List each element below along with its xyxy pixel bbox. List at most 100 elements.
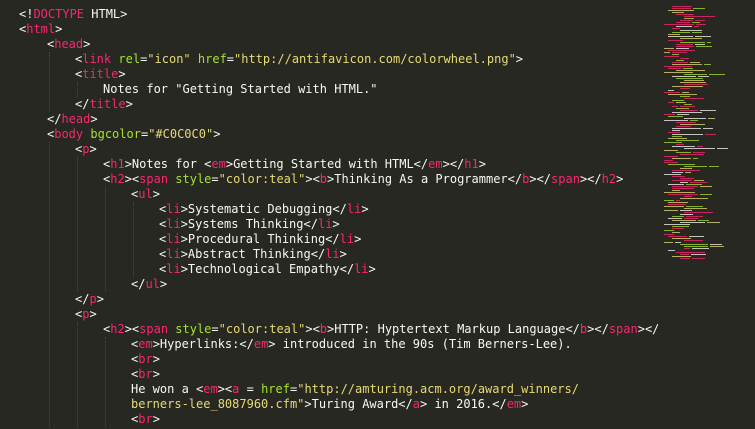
code-token-tag: li: [166, 202, 181, 216]
minimap-line: [668, 202, 688, 203]
code-line[interactable]: <em>Hyperlinks:</em> introduced in the 9…: [131, 337, 572, 352]
code-line[interactable]: <li>Technological Empathy</li>: [159, 262, 376, 277]
code-token-tag: li: [339, 232, 355, 246]
code-token-text: </: [75, 97, 90, 111]
code-token-text: >: [90, 112, 98, 126]
minimap-line: [684, 196, 692, 197]
code-line[interactable]: Notes for "Getting Started with HTML.": [103, 82, 378, 97]
minimap-line: [668, 36, 693, 37]
code-token-text: >: [368, 262, 376, 276]
minimap-line: [680, 30, 702, 31]
minimap-line: [668, 90, 674, 91]
code-token-string: "#C0C0C0": [148, 127, 214, 141]
code-line[interactable]: <h2><span style="color:teal"><b>Thinking…: [103, 172, 623, 187]
minimap-line: [709, 74, 725, 75]
minimap-line: [672, 146, 695, 147]
code-token-text: =: [211, 322, 219, 336]
minimap-line: [668, 138, 687, 139]
code-token-text: >Hyperlinks:</: [152, 337, 254, 351]
code-line[interactable]: <html>: [19, 22, 62, 37]
minimap-line: [676, 46, 694, 47]
code-token-text: >: [213, 127, 221, 141]
code-token-text: ></: [579, 172, 602, 186]
minimap-line: [707, 42, 711, 43]
minimap-line: [684, 148, 715, 149]
minimap-line: [672, 12, 684, 13]
code-line[interactable]: <br>: [131, 352, 160, 367]
minimap-line: [684, 16, 715, 17]
minimap-line: [680, 110, 698, 111]
minimap-line: [664, 72, 693, 73]
minimap-line: [698, 220, 709, 221]
code-line[interactable]: <title>: [75, 67, 126, 82]
minimap[interactable]: [658, 0, 755, 429]
code-line[interactable]: <body bgcolor="#C0C0C0">: [47, 127, 220, 142]
minimap-line: [684, 74, 707, 75]
code-token-tag: br: [138, 367, 153, 381]
code-line[interactable]: <p>: [75, 142, 97, 157]
code-token-text: =: [226, 52, 235, 66]
minimap-line: [694, 180, 704, 181]
minimap-line: [672, 128, 701, 129]
code-token-tag: li: [166, 232, 181, 246]
minimap-line: [680, 210, 692, 211]
code-token-text: >: [118, 67, 126, 81]
minimap-line: [676, 22, 690, 23]
code-editor[interactable]: <!DOCTYPE HTML> <html> <head> <link rel="ic…: [0, 0, 755, 429]
code-token-text: >Abstract Thinking</: [180, 247, 326, 261]
minimap-line: [685, 172, 691, 173]
code-line[interactable]: <!DOCTYPE HTML>: [19, 7, 127, 22]
code-token-tag: head: [61, 112, 91, 126]
code-token-tag: b: [319, 172, 328, 186]
code-line[interactable]: <head>: [47, 37, 90, 52]
code-token-string: "color:teal": [218, 172, 306, 186]
code-line[interactable]: He won a <em><a = href="http://amturing.…: [131, 382, 579, 397]
code-token-tag: h2: [110, 172, 125, 186]
minimap-line: [705, 134, 716, 135]
code-token-string: "icon": [147, 52, 191, 66]
code-line[interactable]: <li>Systems Thinking</li>: [159, 217, 340, 232]
minimap-line: [684, 104, 692, 105]
minimap-line: [676, 200, 680, 201]
minimap-line: [672, 106, 678, 107]
minimap-line: [672, 112, 702, 113]
code-line[interactable]: <li>Systematic Debugging</li>: [159, 202, 369, 217]
minimap-line: [682, 92, 689, 93]
code-line[interactable]: </ul>: [131, 277, 167, 292]
code-line[interactable]: <h1>Notes for <em>Getting Started with H…: [103, 157, 486, 172]
minimap-line: [676, 122, 696, 123]
minimap-line: [668, 132, 680, 133]
minimap-line: [664, 114, 675, 115]
minimap-line: [664, 66, 692, 67]
code-line[interactable]: berners-lee_8087960.cfm">Turing Award</a…: [131, 397, 528, 412]
code-token-text: >: [152, 367, 160, 381]
code-token-text: ><: [305, 172, 320, 186]
minimap-line: [672, 238, 691, 239]
minimap-line: [672, 158, 691, 159]
code-area[interactable]: <!DOCTYPE HTML> <html> <head> <link rel="ic…: [0, 0, 658, 429]
minimap-line: [668, 116, 683, 117]
code-line[interactable]: </head>: [47, 112, 98, 127]
code-token-text: >: [515, 52, 524, 66]
code-line[interactable]: <link rel="icon" href="http://antifavico…: [75, 52, 523, 67]
code-line[interactable]: <br>: [131, 412, 160, 427]
code-line[interactable]: <h2><span style="color:teal"><b>HTTP: Hy…: [103, 322, 658, 337]
code-token-tag: b: [319, 322, 328, 336]
minimap-line: [684, 118, 706, 119]
code-line[interactable]: <p>: [75, 307, 97, 322]
code-line[interactable]: <li>Procedural Thinking</li>: [159, 232, 361, 247]
code-token-tag: li: [166, 262, 181, 276]
code-token-attribute: style: [175, 322, 212, 336]
minimap-line: [668, 204, 686, 205]
code-line[interactable]: <ul>: [131, 187, 160, 202]
code-token-text: >Getting Started with HTML</: [225, 157, 429, 171]
code-line[interactable]: <li>Abstract Thinking</li>: [159, 247, 347, 262]
minimap-line: [680, 214, 693, 215]
code-line[interactable]: </p>: [75, 292, 104, 307]
minimap-line: [696, 24, 706, 25]
minimap-line: [694, 26, 699, 27]
minimap-line: [668, 194, 698, 195]
code-line[interactable]: </title>: [75, 97, 133, 112]
code-line[interactable]: <br>: [131, 367, 160, 382]
minimap-line: [676, 14, 694, 15]
